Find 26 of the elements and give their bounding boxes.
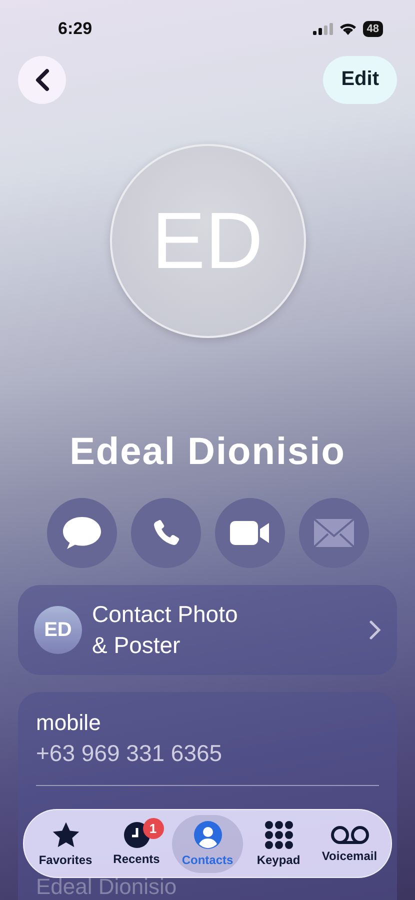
phone-label: mobile <box>36 710 102 736</box>
poster-row-label: Contact Photo & Poster <box>92 600 239 660</box>
contact-name-faded: Edeal Dionisio <box>36 874 178 900</box>
edit-button[interactable]: Edit <box>323 56 397 104</box>
small-avatar: ED <box>34 606 82 654</box>
envelope-icon <box>312 518 354 548</box>
back-button[interactable] <box>18 56 66 104</box>
speech-bubble-icon <box>60 515 102 551</box>
chevron-right-icon <box>369 620 381 640</box>
battery-level: 48 <box>362 20 383 37</box>
tab[interactable]: Voicemail <box>314 814 385 872</box>
person-icon <box>194 820 222 848</box>
signal-icon <box>312 22 333 35</box>
keypad-icon <box>264 820 292 848</box>
tab[interactable]: Favorites <box>30 814 101 872</box>
tab[interactable]: Keypad <box>243 814 314 872</box>
tab[interactable]: Recents 1 <box>101 814 172 872</box>
contact-name: Edeal Dionisio <box>70 431 346 474</box>
star-icon <box>50 820 80 848</box>
wifi-icon <box>338 22 357 36</box>
chevron-left-icon <box>34 68 50 92</box>
status-time: 6:29 <box>58 18 92 39</box>
phone-number[interactable]: +63 969 331 6365 <box>36 740 379 767</box>
video-camera-icon <box>228 519 270 547</box>
notification-badge: 1 <box>142 818 164 838</box>
voicemail-icon <box>330 824 370 844</box>
